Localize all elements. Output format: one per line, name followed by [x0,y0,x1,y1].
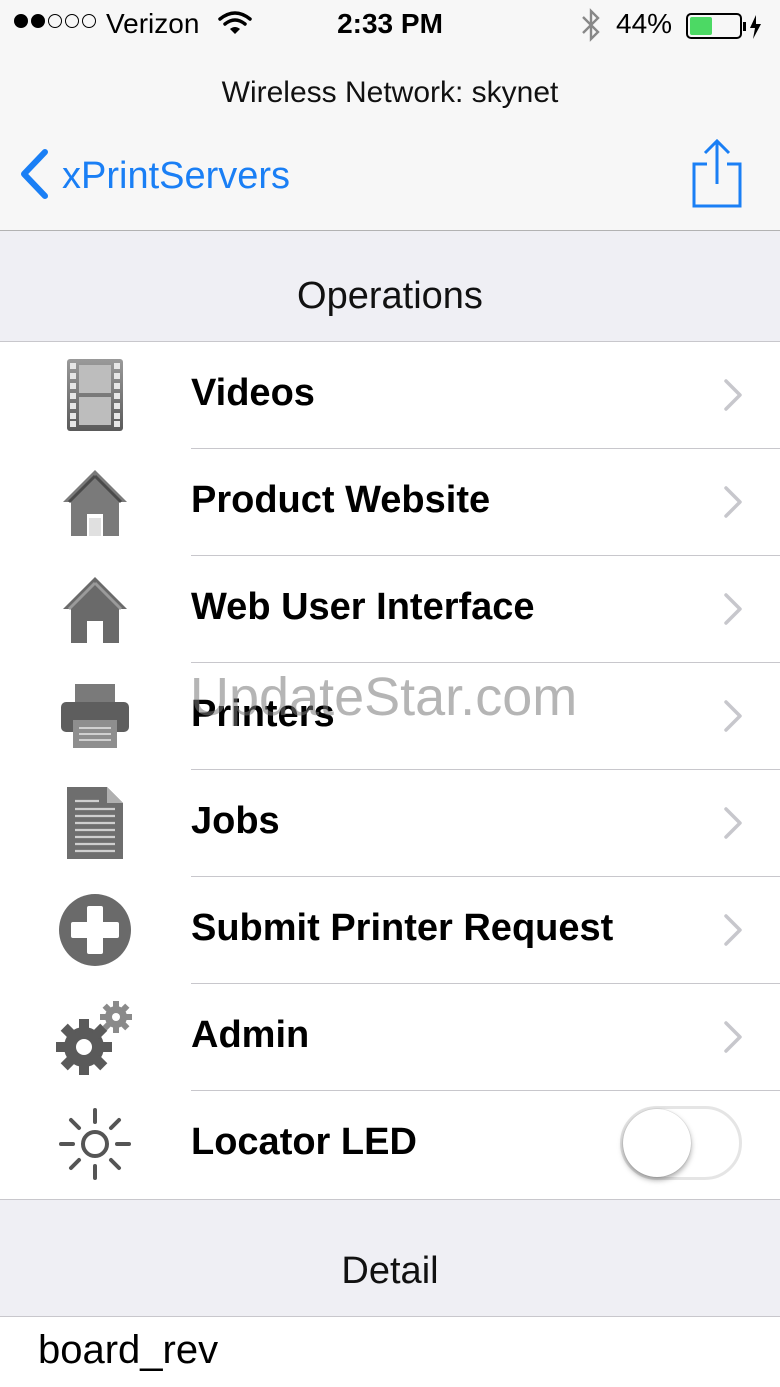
submit-printer-request-row[interactable]: Submit Printer Request [0,877,780,984]
chevron-left-icon [18,148,50,205]
row-label: Web User Interface [191,586,535,628]
document-icon [52,780,138,866]
printer-icon [52,673,138,759]
chevron-right-icon [722,591,744,632]
network-subtitle: Wireless Network: skynet [221,76,559,109]
gears-icon [52,994,138,1080]
status-bar: Verizon 2:33 PM 44% [0,0,780,52]
chevron-right-icon [722,805,744,846]
light-icon [52,1101,138,1187]
film-icon [52,352,138,438]
row-label: Submit Printer Request [191,907,614,949]
detail-item-label: board_rev [38,1328,219,1372]
chevron-right-icon [722,377,744,418]
row-label: Videos [191,372,315,414]
row-label: Jobs [191,800,280,842]
navigation-bar: Wireless Network: skynet xPrintServers [0,52,780,231]
house-icon [52,459,138,545]
row-label: Admin [191,1014,310,1056]
detail-section-header: Detail [0,1199,780,1317]
back-button[interactable]: xPrintServers [18,148,290,204]
row-label: Printers [191,693,335,735]
chevron-right-icon [722,1019,744,1060]
operations-list: Videos Product Website Web User Interfac… [0,342,780,1198]
videos-row[interactable]: Videos [0,342,780,449]
web-user-interface-row[interactable]: Web User Interface [0,556,780,663]
chevron-right-icon [722,698,744,739]
bluetooth-icon [580,8,602,49]
toggle-knob [623,1109,691,1177]
chevron-right-icon [722,484,744,525]
operations-header-label: Operations [297,275,483,317]
locator-led-row: Locator LED [0,1091,780,1198]
locator-led-toggle[interactable] [620,1106,742,1180]
battery-percent: 44% [616,8,673,39]
detail-item-row[interactable]: board_rev [0,1316,780,1387]
product-website-row[interactable]: Product Website [0,449,780,556]
jobs-row[interactable]: Jobs [0,770,780,877]
detail-header-label: Detail [341,1250,439,1292]
plus-circle-icon [52,887,138,973]
admin-row[interactable]: Admin [0,984,780,1091]
share-button[interactable] [690,138,744,215]
battery-icon [686,13,766,48]
row-label: Product Website [191,479,491,521]
chevron-right-icon [722,912,744,953]
row-label: Locator LED [191,1121,417,1163]
share-icon [690,138,744,214]
back-button-label: xPrintServers [62,154,291,197]
house-icon [52,566,138,652]
operations-section-header: Operations [0,231,780,342]
printers-row[interactable]: Printers [0,663,780,770]
